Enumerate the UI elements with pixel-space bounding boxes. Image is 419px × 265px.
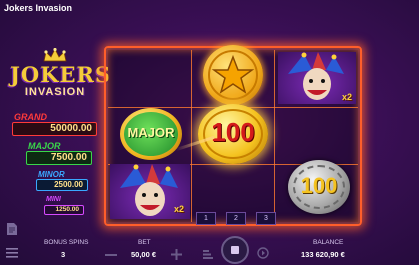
major-coin-symbol: MAJOR <box>120 108 182 160</box>
stop-icon <box>231 246 239 254</box>
window-title: Jokers Invasion <box>4 3 73 13</box>
bet-label: BET <box>138 239 151 246</box>
balance-label: BALANCE <box>313 239 344 246</box>
bonus-spins-label: BONUS SPINS <box>44 239 89 246</box>
bet-value: 50,00 € <box>131 250 157 259</box>
major-coin-label: MAJOR <box>127 125 175 140</box>
plus-icon[interactable] <box>171 249 182 260</box>
jackpot-grand-label: GRAND <box>14 112 47 122</box>
jester-crown-icon <box>43 48 67 62</box>
payline-marker: 3 <box>256 212 276 225</box>
silver-coin-value: 100 <box>300 173 338 198</box>
joker-symbol-bottom-left: x2 <box>110 164 190 219</box>
menu-icon[interactable] <box>6 248 18 258</box>
bottom-bar: BONUS SPINS 3 BET 50,00 € BALANCE 133 62… <box>0 232 419 265</box>
logo-subtitle: INVASION <box>24 86 86 98</box>
center-coin-symbol: 100 <box>198 104 268 164</box>
balance-value: 133 620,90 € <box>301 250 345 259</box>
payline-marker: 1 <box>196 212 216 225</box>
turbo-icon[interactable] <box>257 247 269 259</box>
jackpot-grand-value: 50000.00 <box>12 122 97 136</box>
autoplay-icon[interactable] <box>203 250 213 259</box>
multiplier-badge: x2 <box>174 204 185 214</box>
payline-marker: 2 <box>226 212 246 225</box>
game-logo: JOKERS INVASION <box>10 48 112 102</box>
jackpot-mini-value: 1250.00 <box>44 205 84 215</box>
spin-button[interactable] <box>221 236 249 264</box>
jackpot-major-value: 7500.00 <box>26 151 92 165</box>
jackpot-major-label: MAJOR <box>28 141 61 151</box>
center-coin-value: 100 <box>211 117 255 147</box>
multiplier-badge: x2 <box>342 92 353 102</box>
silver-coin-symbol: 100 <box>288 160 350 214</box>
jackpot-minor-value: 2500.00 <box>36 179 88 191</box>
star-icon <box>208 50 258 100</box>
star-coin-symbol <box>203 45 263 105</box>
joker-symbol-top-right: x2 <box>278 52 356 104</box>
minus-icon[interactable] <box>105 254 117 257</box>
jackpot-mini-label: MINI <box>46 196 61 203</box>
bonus-spins-value: 3 <box>61 250 66 259</box>
jackpot-minor-label: MINOR <box>38 170 65 179</box>
logo-title: JOKERS <box>10 62 112 87</box>
